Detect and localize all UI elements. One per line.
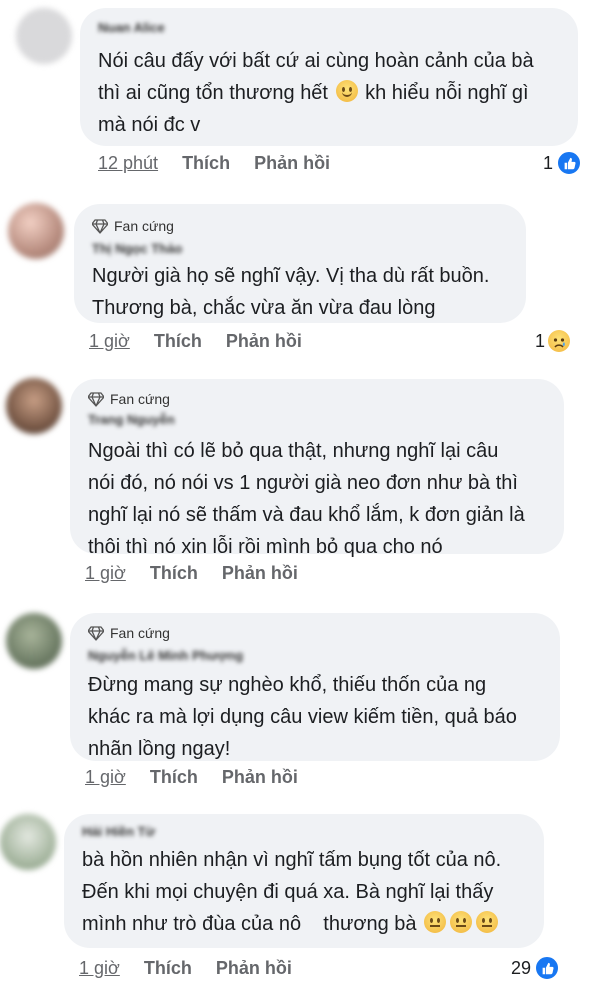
comment-bubble: Fan cứng Nguyễn Lê Minh Phượng Đừng mang… [70,613,560,761]
timestamp-link[interactable]: 1 giờ [85,767,126,788]
reply-button[interactable]: Phản hồi [216,958,292,979]
avatar[interactable] [6,613,62,669]
like-icon [556,150,583,176]
avatar[interactable] [8,203,64,259]
timestamp-link[interactable]: 1 giờ [79,958,120,979]
comment-bubble: Nuan Alice Nói câu đấy với bất cứ ai cùn… [80,8,578,146]
fan-badge: Fan cứng [88,623,170,643]
reply-button[interactable]: Phản hồi [254,153,330,174]
comment-text: bà hồn nhiên nhận vì nghĩ tấm bụng tốt c… [82,849,502,935]
reaction-summary[interactable]: 1 [535,329,571,353]
like-icon [534,955,561,981]
like-button[interactable]: Thích [150,563,198,584]
comment-actions: 1 giờ Thích Phản hồi [85,765,298,789]
timestamp-link[interactable]: 1 giờ [85,563,126,584]
reaction-count: 1 [543,152,554,173]
avatar[interactable] [0,814,56,870]
fan-badge: Fan cứng [88,389,170,409]
sad-reaction-icon [548,330,571,352]
commenter-name[interactable]: Nuan Alice [98,20,165,35]
neutral-emoji-icon [450,911,473,933]
neutral-emoji-icon [476,911,499,933]
reaction-summary[interactable]: 1 [543,150,583,176]
smile-emoji-icon [335,80,358,102]
like-button[interactable]: Thích [150,767,198,788]
comment-actions: 1 giờ Thích Phản hồi [85,561,298,585]
like-button[interactable]: Thích [154,331,202,352]
like-button[interactable]: Thích [182,153,230,174]
avatar[interactable] [6,378,62,434]
diamond-icon [92,219,108,234]
comment-text: Ngoài thì có lẽ bỏ qua thật, nhưng nghĩ … [88,440,525,558]
comment-text: Nói câu đấy với bất cứ ai cùng hoàn cảnh… [98,50,534,136]
reaction-count: 29 [511,957,532,978]
commenter-name[interactable]: Hải Hiền Từ [82,824,155,839]
neutral-emoji-icon [424,911,447,933]
fan-badge: Fan cứng [92,216,174,236]
comment-bubble: Hải Hiền Từ bà hồn nhiên nhận vì nghĩ tấ… [64,814,544,948]
comment-actions: 12 phút Thích Phản hồi [98,151,330,175]
commenter-name[interactable]: Trang Nguyễn [88,412,175,427]
commenter-name[interactable]: Thị Ngọc Thảo [92,241,182,256]
comment-bubble: Fan cứng Trang Nguyễn Ngoài thì có lẽ bỏ… [70,379,564,558]
comment-bubble: Fan cứng Thị Ngọc Thảo Người già họ sẽ n… [74,204,526,323]
comment-actions: 1 giờ Thích Phản hồi [79,956,292,980]
timestamp-link[interactable]: 1 giờ [89,331,130,352]
avatar[interactable] [16,8,72,64]
diamond-icon [88,626,104,641]
commenter-name[interactable]: Nguyễn Lê Minh Phượng [88,648,243,663]
fan-badge-label: Fan cứng [114,218,174,234]
timestamp-link[interactable]: 12 phút [98,153,158,174]
comment-text: Đừng mang sự nghèo khổ, thiếu thốn của n… [88,674,517,760]
reply-button[interactable]: Phản hồi [222,563,298,584]
reply-button[interactable]: Phản hồi [222,767,298,788]
like-button[interactable]: Thích [144,958,192,979]
diamond-icon [88,392,104,407]
reply-button[interactable]: Phản hồi [226,331,302,352]
fan-badge-label: Fan cứng [110,391,170,407]
reaction-count: 1 [535,330,546,351]
reaction-summary[interactable]: 29 [511,955,561,981]
fan-badge-label: Fan cứng [110,625,170,641]
comment-text: Người già họ sẽ nghĩ vậy. Vị tha dù rất … [92,265,490,319]
comment-actions: 1 giờ Thích Phản hồi [89,329,302,353]
